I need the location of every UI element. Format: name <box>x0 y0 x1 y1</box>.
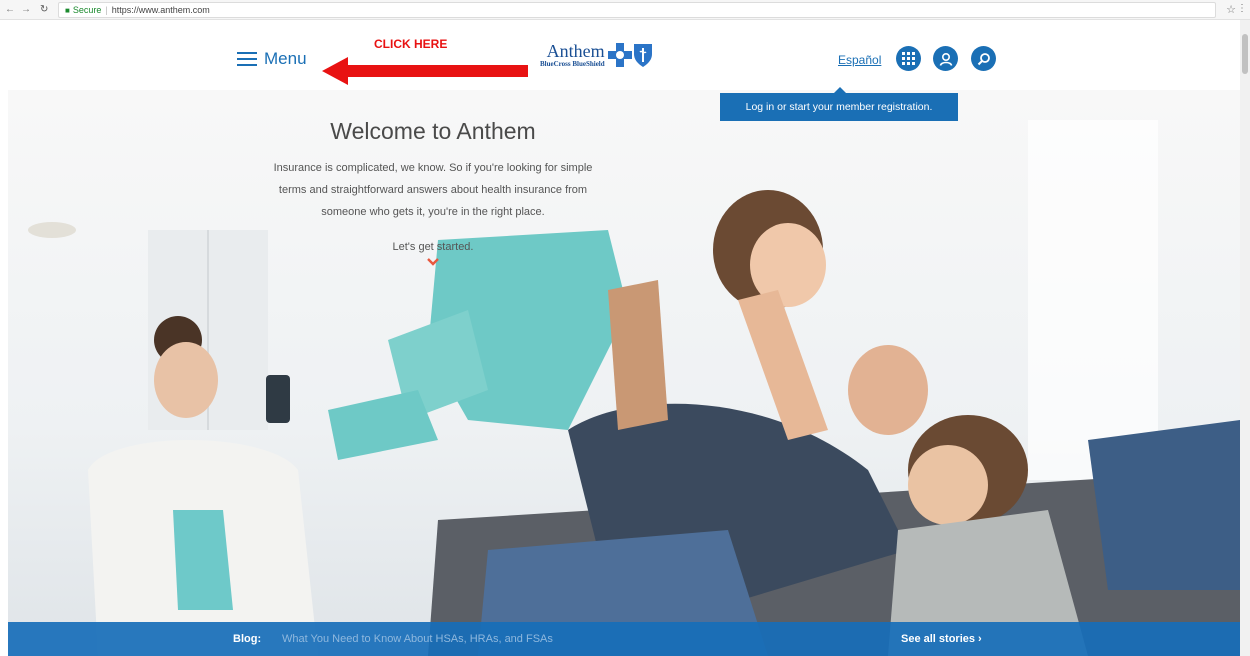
hamburger-icon <box>237 52 257 66</box>
see-all-stories-link[interactable]: See all stories › <box>901 633 982 645</box>
blog-label: Blog: <box>233 633 262 645</box>
click-here-annotation: CLICK HERE <box>374 37 448 51</box>
url-text: https://www.anthem.com <box>111 5 210 15</box>
espanol-link[interactable]: Español <box>838 53 881 67</box>
site-header: Menu CLICK HERE Anthem BlueCross BlueShi… <box>0 20 1250 90</box>
chevron-down-icon[interactable] <box>427 257 439 267</box>
search-button[interactable] <box>971 46 996 71</box>
hero-description-line: someone who gets it, you're in the right… <box>321 206 545 218</box>
grid-icon <box>902 52 915 65</box>
red-arrow-icon <box>322 57 528 85</box>
anthem-logo[interactable]: Anthem BlueCross BlueShield <box>540 42 654 68</box>
back-icon[interactable]: ← <box>4 4 16 15</box>
menu-button[interactable]: Menu <box>237 49 307 69</box>
hero-description: Insurance is complicated, we know. So if… <box>198 157 668 223</box>
blog-bar: Blog: What You Need to Know About HSAs, … <box>8 622 1240 656</box>
lock-icon: ■ <box>65 5 70 15</box>
logo-wordmark: Anthem <box>546 41 605 61</box>
address-separator: | <box>105 5 108 15</box>
search-icon <box>977 52 990 65</box>
blue-shield-icon <box>633 44 652 67</box>
blog-article-link[interactable]: What You Need to Know About HSAs, HRAs, … <box>282 633 553 645</box>
hero-copy: Welcome to Anthem Insurance is complicat… <box>198 118 668 272</box>
login-tooltip: Log in or start your member registration… <box>720 87 958 121</box>
login-tooltip-text: Log in or start your member registration… <box>745 101 933 113</box>
browser-toolbar: ← → ↻ ■ Secure | https://www.anthem.com … <box>0 0 1250 20</box>
browser-menu-icon[interactable]: ⋮ <box>1237 3 1247 14</box>
address-bar[interactable]: ■ Secure | https://www.anthem.com <box>58 2 1216 18</box>
menu-label: Menu <box>264 49 307 68</box>
user-icon <box>939 52 952 66</box>
apps-button[interactable] <box>896 46 921 71</box>
bookmark-star-icon[interactable]: ☆ <box>1226 3 1236 16</box>
hero-banner: Welcome to Anthem Insurance is complicat… <box>8 90 1240 656</box>
get-started-link[interactable]: Let's get started. <box>198 241 668 253</box>
login-button[interactable] <box>933 46 958 71</box>
scrollbar-thumb[interactable] <box>1242 34 1248 74</box>
hero-description-line: terms and straightforward answers about … <box>278 184 588 196</box>
reload-icon[interactable]: ↻ <box>40 4 48 15</box>
blue-cross-icon <box>607 43 632 67</box>
logo-subtitle: BlueCross BlueShield <box>540 60 605 68</box>
forward-icon[interactable]: → <box>20 4 32 15</box>
secure-label: Secure <box>72 5 102 15</box>
hero-title: Welcome to Anthem <box>330 118 536 144</box>
hero-description-line: Insurance is complicated, we know. So if… <box>273 162 593 174</box>
page-scrollbar[interactable] <box>1240 20 1250 656</box>
